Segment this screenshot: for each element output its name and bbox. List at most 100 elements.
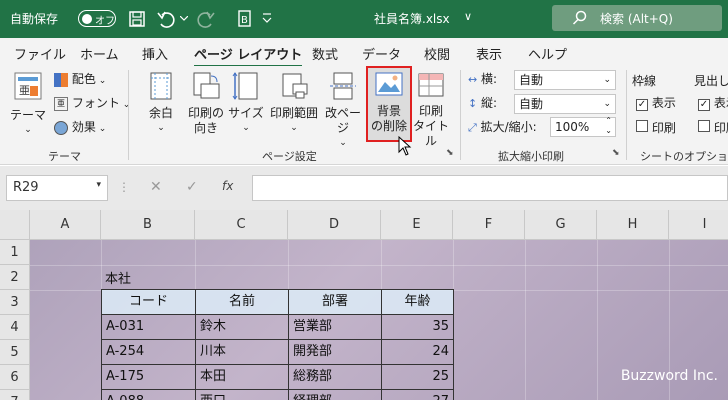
gridlines-print-checkbox[interactable]: 印刷 — [636, 120, 676, 136]
row-header[interactable]: 4 — [0, 315, 30, 340]
orientation-label-2: 向き — [193, 121, 218, 135]
worksheet[interactable]: A B C D E F G H I 1 2 3 4 5 6 7 本社 コード 名… — [0, 210, 728, 400]
undo-icon[interactable] — [156, 9, 176, 29]
delete-background-button[interactable]: 背景 の削除 — [366, 66, 412, 142]
table-cell[interactable]: 25 — [382, 365, 454, 390]
filename-dropdown-icon[interactable]: ∨ — [464, 10, 472, 23]
height-select[interactable]: 自動 ⌄ — [514, 94, 616, 114]
margins-button[interactable]: 余白 ⌄ — [140, 70, 182, 136]
fonts-button[interactable]: 亜 フォント ⌄ — [54, 96, 130, 113]
tab-insert[interactable]: 挿入 — [142, 44, 168, 63]
themes-button[interactable]: 亜 テーマ ⌄ — [8, 70, 48, 138]
save-icon[interactable] — [128, 10, 146, 28]
column-header[interactable]: I — [669, 210, 728, 240]
table-header[interactable]: 年齢 — [382, 290, 454, 315]
tab-file[interactable]: ファイル — [14, 44, 66, 63]
tab-data[interactable]: データ — [362, 44, 401, 63]
size-button[interactable]: サイズ ⌄ — [228, 70, 264, 136]
more-icon: ⋮ — [118, 180, 130, 194]
table-cell[interactable]: 開発部 — [289, 340, 382, 365]
search-box[interactable]: 検索 (Alt+Q) — [552, 5, 722, 31]
breaks-button[interactable]: 改ページ ⌄ — [320, 70, 366, 151]
print-titles-button[interactable]: 印刷 タイトル — [412, 70, 450, 149]
orientation-button[interactable]: 印刷の 向き — [184, 70, 228, 136]
row-header[interactable]: 7 — [0, 390, 30, 400]
tab-formulas[interactable]: 数式 — [312, 44, 338, 63]
enter-icon[interactable]: ✓ — [186, 179, 198, 195]
row-header[interactable]: 6 — [0, 365, 30, 390]
row-header[interactable]: 5 — [0, 340, 30, 365]
column-header[interactable]: A — [30, 210, 101, 240]
page-setup-launcher-icon[interactable]: ⬊ — [446, 148, 454, 158]
table-header[interactable]: コード — [102, 290, 196, 315]
gridline — [525, 240, 526, 400]
colors-button[interactable]: 配色 ⌄ — [54, 72, 106, 89]
table-cell[interactable]: A-031 — [102, 315, 196, 340]
column-header[interactable]: E — [381, 210, 453, 240]
table-cell[interactable]: 総務部 — [289, 365, 382, 390]
column-header[interactable]: H — [597, 210, 669, 240]
table-header[interactable]: 名前 — [196, 290, 289, 315]
scale-launcher-icon[interactable]: ⬊ — [612, 148, 620, 158]
column-header[interactable]: B — [101, 210, 195, 240]
tab-help[interactable]: ヘルプ — [528, 44, 567, 63]
insert-function-icon[interactable]: fx — [222, 179, 233, 193]
checkbox-icon — [636, 120, 648, 132]
tab-home[interactable]: ホーム — [80, 44, 119, 63]
table-cell[interactable]: 鈴木 — [196, 315, 289, 340]
formula-input[interactable] — [252, 175, 728, 201]
table-cell[interactable]: 西口 — [196, 390, 289, 400]
name-box-value: R29 — [13, 180, 39, 195]
customize-toolbar-icon[interactable] — [262, 12, 272, 24]
headings-print-checkbox[interactable]: 印刷 — [698, 120, 728, 136]
spinner-icon[interactable]: ⌃ ⌄ — [605, 116, 612, 136]
table-cell[interactable]: A-088 — [102, 390, 196, 400]
orientation-label-1: 印刷の — [187, 106, 224, 120]
gridlines-view-checkbox[interactable]: ✓ 表示 — [636, 96, 676, 111]
themes-icon: 亜 — [14, 72, 42, 100]
tab-page-layout[interactable]: ページ レイアウト — [194, 44, 303, 68]
redo-icon[interactable] — [196, 9, 216, 29]
table-cell[interactable]: 27 — [382, 390, 454, 400]
background-image-icon — [375, 72, 403, 96]
autosave-toggle[interactable]: オフ — [78, 10, 116, 27]
select-all-corner[interactable] — [0, 210, 30, 240]
print-preview-icon[interactable]: B — [236, 9, 254, 29]
width-select[interactable]: 自動 ⌄ — [514, 70, 616, 90]
breaks-icon — [330, 72, 356, 100]
table-cell[interactable]: 本田 — [196, 365, 289, 390]
effects-button[interactable]: 効果 ⌄ — [54, 120, 106, 137]
undo-dropdown-icon[interactable] — [180, 16, 188, 22]
row-header[interactable]: 3 — [0, 290, 30, 315]
chevron-down-icon: ⌄ — [603, 99, 611, 109]
table-cell[interactable]: 営業部 — [289, 315, 382, 340]
headings-view-checkbox[interactable]: ✓ 表示 — [698, 96, 728, 111]
row-header[interactable]: 2 — [0, 265, 30, 290]
table-cell[interactable]: 24 — [382, 340, 454, 365]
title-cell[interactable]: 本社 — [105, 268, 131, 287]
print-titles-icon — [418, 73, 444, 97]
scale-input[interactable]: 100% ⌃ ⌄ — [550, 116, 616, 137]
column-header[interactable]: D — [288, 210, 381, 240]
group-divider — [128, 70, 129, 160]
tab-view[interactable]: 表示 — [476, 44, 502, 63]
print-area-button[interactable]: 印刷範囲 ⌄ — [266, 70, 322, 136]
tab-review[interactable]: 校閲 — [424, 44, 450, 63]
column-header[interactable]: G — [525, 210, 597, 240]
cancel-icon[interactable]: ✕ — [150, 179, 162, 195]
column-header[interactable]: F — [453, 210, 525, 240]
gridline — [597, 240, 598, 400]
group-divider — [460, 70, 461, 160]
column-header[interactable]: C — [195, 210, 288, 240]
table-cell[interactable]: A-175 — [102, 365, 196, 390]
width-value: 自動 — [519, 73, 544, 87]
table-cell[interactable]: A-254 — [102, 340, 196, 365]
table-cell[interactable]: 35 — [382, 315, 454, 340]
colors-label: 配色 — [71, 72, 96, 86]
chevron-down-icon[interactable]: ▾ — [96, 180, 101, 190]
table-cell[interactable]: 経理部 — [289, 390, 382, 400]
table-header[interactable]: 部署 — [289, 290, 382, 315]
table-cell[interactable]: 川本 — [196, 340, 289, 365]
name-box[interactable]: R29 ▾ — [6, 175, 108, 201]
row-header[interactable]: 1 — [0, 240, 30, 265]
